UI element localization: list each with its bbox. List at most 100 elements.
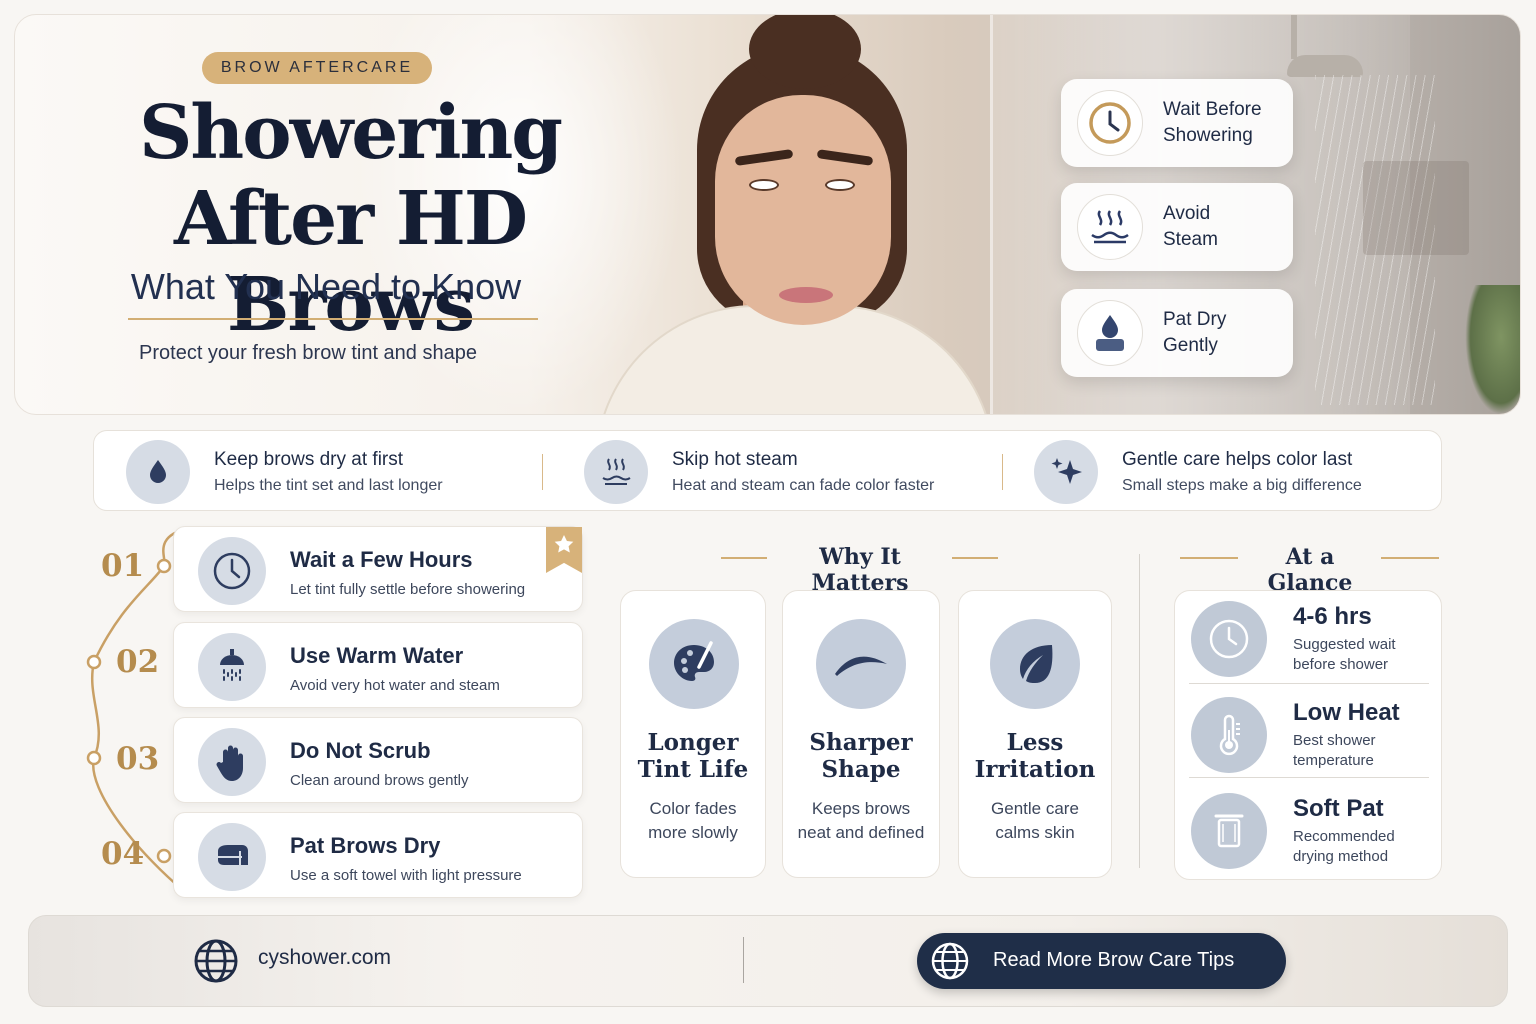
glance-row: 4-6 hrs Suggested wait before shower (1175, 591, 1443, 683)
benefit-title: Gentle care helps color last (1122, 448, 1353, 470)
clock-icon (1077, 90, 1143, 156)
steam-icon (584, 439, 648, 504)
step-title: Pat Brows Dry (290, 833, 441, 858)
title-line-2: After HD Brows (173, 176, 528, 348)
website-link[interactable]: cyshower.com (258, 946, 391, 970)
globe-icon (931, 942, 969, 980)
step-title: Use Warm Water (290, 643, 464, 668)
step-number: 01 (101, 548, 145, 584)
glance-row: Low Heat Best shower temperature (1175, 687, 1443, 779)
section-rule (1180, 557, 1238, 559)
section-rule (721, 557, 767, 559)
why-card-tint-life: Longer Tint Life Color fades more slowly (620, 590, 766, 878)
steam-icon (1077, 194, 1143, 260)
water-drop-icon (126, 439, 190, 504)
step-card-wait: Wait a Few Hours Let tint fully settle b… (173, 526, 583, 612)
page-title: Showering After HD Brows (40, 90, 660, 348)
star-ribbon (546, 527, 582, 573)
step-card-pat-dry: Pat Brows Dry Use a soft towel with ligh… (173, 812, 583, 898)
section-rule (952, 557, 998, 559)
step-number: 03 (116, 741, 160, 777)
read-more-label: Read More Brow Care Tips (993, 949, 1235, 971)
plant (1465, 285, 1520, 414)
page-subtitle: What You Need to Know (130, 266, 522, 307)
shower-pipe (1291, 15, 1297, 59)
benefit-desc: Small steps make a big difference (1122, 476, 1362, 494)
read-more-button[interactable]: Read More Brow Care Tips (917, 933, 1286, 989)
left-eye (749, 179, 779, 191)
step-number: 04 (101, 836, 145, 872)
glance-card: 4-6 hrs Suggested wait before shower Low… (1174, 590, 1442, 880)
why-card-sharper-shape: Sharper Shape Keeps brows neat and defin… (782, 590, 940, 878)
palette-icon (649, 619, 739, 709)
right-brow (816, 149, 874, 166)
footer-bar (28, 915, 1508, 1007)
why-card-title: Longer Tint Life (637, 729, 749, 783)
why-card-desc: Gentle care calms skin (991, 799, 1079, 842)
strip-divider (1002, 454, 1003, 490)
leaf-icon (990, 619, 1080, 709)
globe-icon (194, 939, 238, 983)
clock-icon (1191, 601, 1267, 677)
glance-desc: Best shower temperature (1293, 732, 1376, 769)
glance-desc: Suggested wait before shower (1293, 636, 1396, 673)
title-line-1: Showering (138, 90, 563, 176)
glance-desc: Recommended drying method (1293, 828, 1395, 865)
glance-row: Soft Pat Recommended drying method (1175, 783, 1443, 875)
step-card-warm-water: Use Warm Water Avoid very hot water and … (173, 622, 583, 708)
step-title: Wait a Few Hours (290, 547, 473, 572)
section-rule (1381, 557, 1439, 559)
step-number: 02 (116, 644, 160, 680)
shower-niche (1363, 161, 1469, 255)
lips (779, 287, 833, 303)
step-card-no-scrub: Do Not Scrub Clean around brows gently (173, 717, 583, 803)
step-desc: Use a soft towel with light pressure (290, 867, 522, 884)
shower-head-icon (198, 633, 266, 701)
hero-tip-label: Avoid Steam (1163, 203, 1218, 250)
clock-icon (198, 537, 266, 605)
hero-tip-steam: Avoid Steam (1061, 183, 1293, 271)
why-card-less-irritation: Less Irritation Gentle care calms skin (958, 590, 1112, 878)
eyebrow-icon (816, 619, 906, 709)
why-heading: Why It Matters (811, 544, 909, 596)
why-card-title: Less Irritation (974, 729, 1096, 783)
why-card-desc: Color fades more slowly (648, 799, 738, 842)
footer-divider (743, 937, 744, 983)
glance-divider (1189, 683, 1429, 684)
towel-icon (1191, 793, 1267, 869)
category-badge: BROW AFTERCARE (202, 52, 432, 84)
step-desc: Avoid very hot water and steam (290, 677, 500, 694)
hero-tip-wait: Wait Before Showering (1061, 79, 1293, 167)
section-divider (1139, 554, 1140, 868)
face (715, 95, 891, 325)
benefit-item: Gentle care helps color last Small steps… (1034, 431, 1362, 512)
glance-divider (1189, 777, 1429, 778)
star-icon (554, 535, 574, 553)
sparkle-icon (1034, 439, 1098, 504)
benefit-strip: Keep brows dry at first Helps the tint s… (93, 430, 1442, 511)
strip-divider (542, 454, 543, 490)
benefit-item: Skip hot steam Heat and steam can fade c… (584, 431, 934, 512)
benefit-title: Keep brows dry at first (214, 448, 404, 470)
benefit-desc: Helps the tint set and last longer (214, 476, 443, 494)
right-eye (825, 179, 855, 191)
step-desc: Let tint fully settle before showering (290, 581, 526, 598)
woman-portrait (595, 15, 995, 414)
glance-value: Soft Pat (1293, 795, 1384, 822)
benefit-desc: Heat and steam can fade color faster (672, 476, 935, 494)
step-title: Do Not Scrub (290, 738, 431, 763)
why-card-desc: Keeps brows neat and defined (797, 799, 925, 842)
left-brow (734, 149, 794, 166)
thermometer-icon (1191, 697, 1267, 773)
hand-icon (198, 728, 266, 796)
tagline: Protect your fresh brow tint and shape (139, 342, 477, 364)
shower-head-fixture (1287, 55, 1363, 77)
hero-tip-label: Pat Dry Gently (1163, 309, 1227, 356)
step-desc: Clean around brows gently (290, 772, 469, 789)
hero-tip-patdry: Pat Dry Gently (1061, 289, 1293, 377)
towel-icon (198, 823, 266, 891)
towel-drop-icon (1077, 300, 1143, 366)
glance-value: Low Heat (1293, 699, 1400, 726)
hero-tip-label: Wait Before Showering (1163, 99, 1262, 146)
glance-heading: At a Glance (1267, 544, 1353, 596)
